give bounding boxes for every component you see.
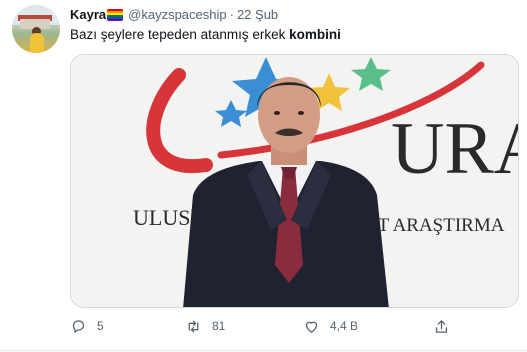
separator-dot: · [229, 7, 234, 22]
author-handle[interactable]: @kayzspaceship [128, 7, 226, 22]
like-count: 4,4 B [330, 319, 359, 333]
reply-button[interactable]: 5 [70, 318, 104, 335]
reply-count: 5 [97, 319, 104, 333]
banner-text-right: ET ARAŞTIRMA [366, 215, 505, 236]
like-button[interactable]: 4,4 B [303, 318, 358, 335]
flag-stripe [107, 19, 124, 21]
tweet-header: Kayra @kayzspaceship · 22 Şub [70, 7, 278, 23]
tweet-photo[interactable]: URA ULUSL ET ARAŞTIRMA [70, 54, 519, 308]
share-button[interactable] [433, 318, 460, 335]
avatar-figure [30, 33, 44, 53]
photo-illustration: URA ULUSL ET ARAŞTIRMA [71, 55, 519, 307]
tweet-actions: 5 81 4,4 B [70, 318, 500, 338]
pride-flag-icon [107, 9, 124, 21]
tweet-text-bold: kombini [289, 27, 341, 42]
tweet-divider [0, 350, 527, 351]
logo-letters: URA [391, 108, 519, 190]
share-icon [435, 320, 448, 333]
tweet-card[interactable]: Kayra @kayzspaceship · 22 Şub Bazı şeylere … [0, 0, 527, 352]
tweet-text-plain: Bazı şeylere tepeden atanmış erkek [70, 27, 290, 42]
author-name[interactable]: Kayra [70, 7, 106, 22]
reply-icon [72, 320, 85, 333]
heart-icon [305, 321, 318, 333]
tweet-date[interactable]: 22 Şub [237, 7, 278, 22]
avatar[interactable] [12, 5, 60, 53]
retweet-count: 81 [212, 319, 226, 333]
retweet-button[interactable]: 81 [185, 318, 225, 335]
retweet-icon [188, 320, 199, 333]
tweet-text: Bazı şeylere tepeden atanmış erkek kombi… [70, 27, 341, 42]
